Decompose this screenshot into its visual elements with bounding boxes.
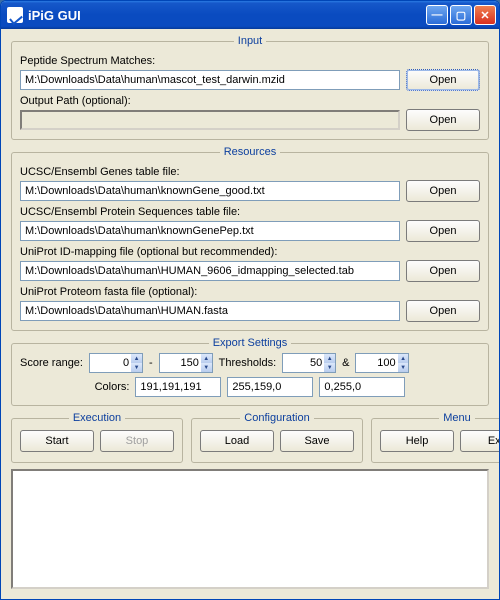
input-group: Input Peptide Spectrum Matches: Open Out…	[11, 35, 489, 140]
color2-input[interactable]	[227, 377, 313, 397]
threshold-a-spinner[interactable]: ▲▼	[282, 353, 336, 373]
stop-button[interactable]: Stop	[100, 430, 174, 452]
execution-group: Execution Start Stop	[11, 412, 183, 463]
save-button[interactable]: Save	[280, 430, 354, 452]
chevron-up-icon[interactable]: ▲	[324, 354, 335, 363]
amp-label: &	[342, 357, 349, 369]
menu-legend: Menu	[439, 412, 475, 424]
app-icon	[7, 7, 23, 23]
threshold-a-input[interactable]	[283, 354, 324, 372]
input-legend: Input	[234, 35, 266, 47]
dash-label: -	[149, 357, 153, 369]
threshold-b-spinner[interactable]: ▲▼	[355, 353, 409, 373]
export-group: Export Settings Score range: ▲▼ - ▲▼ Thr…	[11, 337, 489, 406]
score-min-input[interactable]	[90, 354, 131, 372]
fasta-input[interactable]	[20, 301, 400, 321]
output-open-button[interactable]: Open	[406, 109, 480, 131]
chevron-down-icon[interactable]: ▼	[398, 363, 409, 372]
prot-open-button[interactable]: Open	[406, 220, 480, 242]
resources-legend: Resources	[220, 146, 281, 158]
threshold-b-input[interactable]	[356, 354, 397, 372]
titlebar: iPiG GUI — ▢ ✕	[1, 1, 499, 29]
close-button[interactable]: ✕	[474, 5, 496, 25]
psm-open-button[interactable]: Open	[406, 69, 480, 91]
app-window: iPiG GUI — ▢ ✕ Input Peptide Spectrum Ma…	[0, 0, 500, 600]
execution-legend: Execution	[69, 412, 125, 424]
score-max-input[interactable]	[160, 354, 201, 372]
config-group: Configuration Load Save	[191, 412, 363, 463]
log-area[interactable]	[11, 469, 489, 589]
score-min-spinner[interactable]: ▲▼	[89, 353, 143, 373]
help-button[interactable]: Help	[380, 430, 454, 452]
resources-group: Resources UCSC/Ensembl Genes table file:…	[11, 146, 489, 331]
prot-input[interactable]	[20, 221, 400, 241]
fasta-open-button[interactable]: Open	[406, 300, 480, 322]
score-range-label: Score range:	[20, 357, 83, 369]
maximize-button[interactable]: ▢	[450, 5, 472, 25]
genes-input[interactable]	[20, 181, 400, 201]
menu-group: Menu Help Exit	[371, 412, 500, 463]
color3-input[interactable]	[319, 377, 405, 397]
fasta-label: UniProt Proteom fasta file (optional):	[20, 286, 480, 298]
color1-input[interactable]	[135, 377, 221, 397]
window-title: iPiG GUI	[28, 8, 81, 23]
chevron-down-icon[interactable]: ▼	[131, 363, 142, 372]
thresholds-label: Thresholds:	[219, 357, 276, 369]
start-button[interactable]: Start	[20, 430, 94, 452]
load-button[interactable]: Load	[200, 430, 274, 452]
config-legend: Configuration	[240, 412, 313, 424]
chevron-up-icon[interactable]: ▲	[398, 354, 409, 363]
idmap-input[interactable]	[20, 261, 400, 281]
chevron-down-icon[interactable]: ▼	[201, 363, 212, 372]
genes-open-button[interactable]: Open	[406, 180, 480, 202]
colors-label: Colors:	[95, 381, 130, 393]
score-max-spinner[interactable]: ▲▼	[159, 353, 213, 373]
psm-input[interactable]	[20, 70, 400, 90]
chevron-up-icon[interactable]: ▲	[131, 354, 142, 363]
idmap-label: UniProt ID-mapping file (optional but re…	[20, 246, 480, 258]
output-input[interactable]	[20, 110, 400, 130]
chevron-down-icon[interactable]: ▼	[324, 363, 335, 372]
chevron-up-icon[interactable]: ▲	[201, 354, 212, 363]
minimize-button[interactable]: —	[426, 5, 448, 25]
output-label: Output Path (optional):	[20, 95, 480, 107]
genes-label: UCSC/Ensembl Genes table file:	[20, 166, 480, 178]
export-legend: Export Settings	[209, 337, 292, 349]
idmap-open-button[interactable]: Open	[406, 260, 480, 282]
exit-button[interactable]: Exit	[460, 430, 500, 452]
psm-label: Peptide Spectrum Matches:	[20, 55, 480, 67]
prot-label: UCSC/Ensembl Protein Sequences table fil…	[20, 206, 480, 218]
